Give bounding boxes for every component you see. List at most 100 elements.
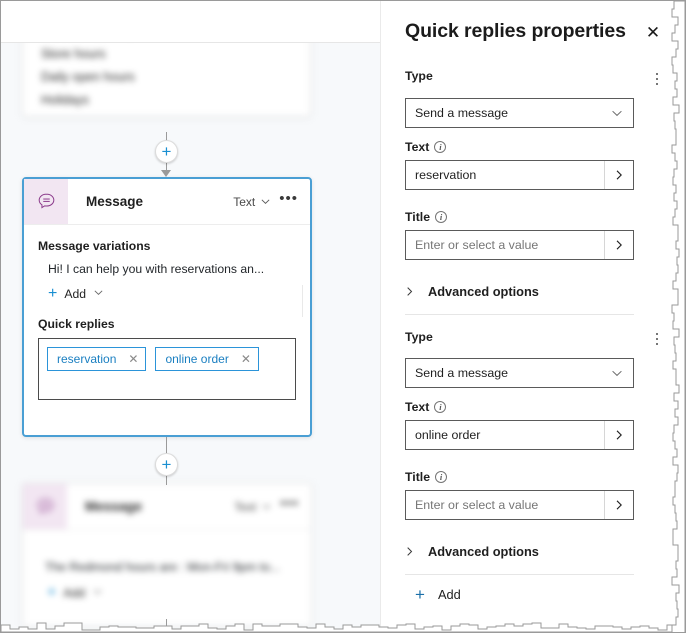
title-field-1[interactable]: Enter or select a value xyxy=(405,230,634,260)
chevron-down-icon xyxy=(261,199,270,204)
title-label-1: Title i xyxy=(405,210,448,224)
title-label-2: Title i xyxy=(405,470,448,484)
connector-arrow-top xyxy=(161,170,171,177)
add-variation-button[interactable]: + Add xyxy=(48,286,296,309)
node-below-add-label: Add xyxy=(63,586,86,600)
chevron-down-icon-add-variation xyxy=(93,287,104,301)
plus-icon-panel-add: + xyxy=(415,584,425,604)
kebab-dot xyxy=(655,72,659,76)
text-label-text-2: Text xyxy=(405,400,430,414)
connector-line-bottom xyxy=(166,437,167,454)
node-below-add-button[interactable]: + Add xyxy=(47,584,297,608)
kebab-dot xyxy=(655,82,659,86)
type-label-text-1: Type xyxy=(405,69,433,83)
kebab-dot xyxy=(655,337,659,341)
quick-replies-container[interactable]: reservation ✕ online order ✕ xyxy=(38,338,296,400)
plus-icon-top: + xyxy=(161,141,172,161)
info-icon[interactable]: i xyxy=(434,141,447,153)
message-node[interactable]: Message Text ••• Message variations Hi! … xyxy=(22,177,312,437)
text-label-text-1: Text xyxy=(405,140,430,154)
advanced-options-label-2: Advanced options xyxy=(428,544,539,559)
node-above-line-3: Daily open hours xyxy=(41,70,135,84)
chevron-down-icon-type-1 xyxy=(611,107,633,119)
expand-icon-text-1[interactable] xyxy=(604,161,633,189)
plus-icon-below: + xyxy=(47,584,57,601)
properties-panel: Quick replies properties ✕ Type Send a m… xyxy=(380,1,685,632)
speech-bubble-icon xyxy=(24,179,68,224)
info-icon[interactable]: i xyxy=(435,471,448,483)
add-node-button-bottom[interactable]: + xyxy=(155,453,178,476)
expand-icon-title-2[interactable] xyxy=(604,491,633,519)
chip-label: reservation xyxy=(57,352,117,366)
close-icon[interactable]: ✕ xyxy=(241,352,251,366)
kebab-dot xyxy=(655,77,659,81)
title-field-placeholder-1: Enter or select a value xyxy=(415,238,539,252)
title-field-2[interactable]: Enter or select a value xyxy=(405,490,634,520)
text-field-value-2: online order xyxy=(415,428,481,442)
message-node-body: Message variations Hi! I can help you wi… xyxy=(24,225,310,400)
expand-icon-title-1[interactable] xyxy=(604,231,633,259)
add-quick-reply-button[interactable]: + Add xyxy=(415,584,461,604)
node-below-text: The Redmond hours are : Mon-Fri 9pm to..… xyxy=(45,560,281,574)
speech-bubble-icon-below xyxy=(23,484,67,529)
type-dropdown-value-1: Send a message xyxy=(415,106,508,120)
message-variations-label: Message variations xyxy=(38,239,151,253)
advanced-options-label-1: Advanced options xyxy=(428,284,539,299)
connector-line-tail xyxy=(166,619,167,632)
quick-reply-chip-reservation[interactable]: reservation ✕ xyxy=(47,347,147,371)
text-label-1: Text i xyxy=(405,140,447,154)
message-node-more-button[interactable]: ••• xyxy=(279,191,298,209)
message-node-header: Message Text ••• xyxy=(24,179,310,225)
node-below-header: Message Text ••• xyxy=(23,484,311,530)
flow-node-below[interactable]: Message Text ••• The Redmond hours are :… xyxy=(22,483,312,627)
info-icon[interactable]: i xyxy=(434,401,447,413)
quick-replies-label: Quick replies xyxy=(38,317,115,331)
node-above-line-2: Store hours xyxy=(41,47,106,61)
message-node-type-selector[interactable]: Text xyxy=(233,195,271,209)
chip-label: online order xyxy=(165,352,229,366)
plus-icon-bottom: + xyxy=(161,454,172,474)
section-divider-1 xyxy=(405,314,634,315)
title-label-text-1: Title xyxy=(405,210,431,224)
close-icon[interactable]: ✕ xyxy=(643,23,663,43)
chevron-down-icon-below xyxy=(92,586,103,600)
info-icon[interactable]: i xyxy=(435,211,448,223)
kebab-dot xyxy=(655,342,659,346)
node-below-more-button[interactable]: ••• xyxy=(280,496,299,514)
node-below-title: Message xyxy=(85,499,143,514)
message-variation-text[interactable]: Hi! I can help you with reservations an.… xyxy=(48,262,296,276)
chevron-right-icon-1 xyxy=(404,286,415,297)
chevron-right-icon-2 xyxy=(404,546,415,557)
page-title: Quick replies properties xyxy=(405,20,626,42)
text-field-value-1: reservation xyxy=(415,168,477,182)
section-menu-button-2[interactable] xyxy=(649,330,665,348)
title-field-placeholder-2: Enter or select a value xyxy=(415,498,539,512)
text-field-1[interactable]: reservation xyxy=(405,160,634,190)
close-icon[interactable]: ✕ xyxy=(128,352,138,366)
add-node-button-top[interactable]: + xyxy=(155,140,178,163)
kebab-dot xyxy=(655,332,659,336)
type-dropdown-2[interactable]: Send a message xyxy=(405,358,634,388)
connector-line-bottom2 xyxy=(166,476,167,485)
section-menu-button-1[interactable] xyxy=(649,70,665,88)
section-divider-2 xyxy=(405,574,634,575)
text-field-2[interactable]: online order xyxy=(405,420,634,450)
app-window: When are you open Store hours Daily open… xyxy=(0,0,686,633)
advanced-options-toggle-1[interactable]: Advanced options xyxy=(404,284,539,299)
text-label-2: Text i xyxy=(405,400,447,414)
node-below-type-selector[interactable]: Text xyxy=(234,500,272,514)
quick-reply-chip-online-order[interactable]: online order ✕ xyxy=(155,347,259,371)
type-label-text-2: Type xyxy=(405,330,433,344)
add-quick-reply-label: Add xyxy=(437,587,461,602)
node-above-line-4: Holidays xyxy=(41,93,89,107)
message-node-type-label: Text xyxy=(233,194,256,209)
advanced-options-toggle-2[interactable]: Advanced options xyxy=(404,544,539,559)
node-below-type-label: Text xyxy=(234,499,257,514)
add-variation-label: Add xyxy=(64,287,87,301)
type-dropdown-1[interactable]: Send a message xyxy=(405,98,634,128)
body-divider xyxy=(302,285,303,317)
expand-icon-text-2[interactable] xyxy=(604,421,633,449)
flow-canvas[interactable]: When are you open Store hours Daily open… xyxy=(1,1,380,632)
node-below-body: The Redmond hours are : Mon-Fri 9pm to..… xyxy=(23,530,311,608)
title-label-text-2: Title xyxy=(405,470,431,484)
